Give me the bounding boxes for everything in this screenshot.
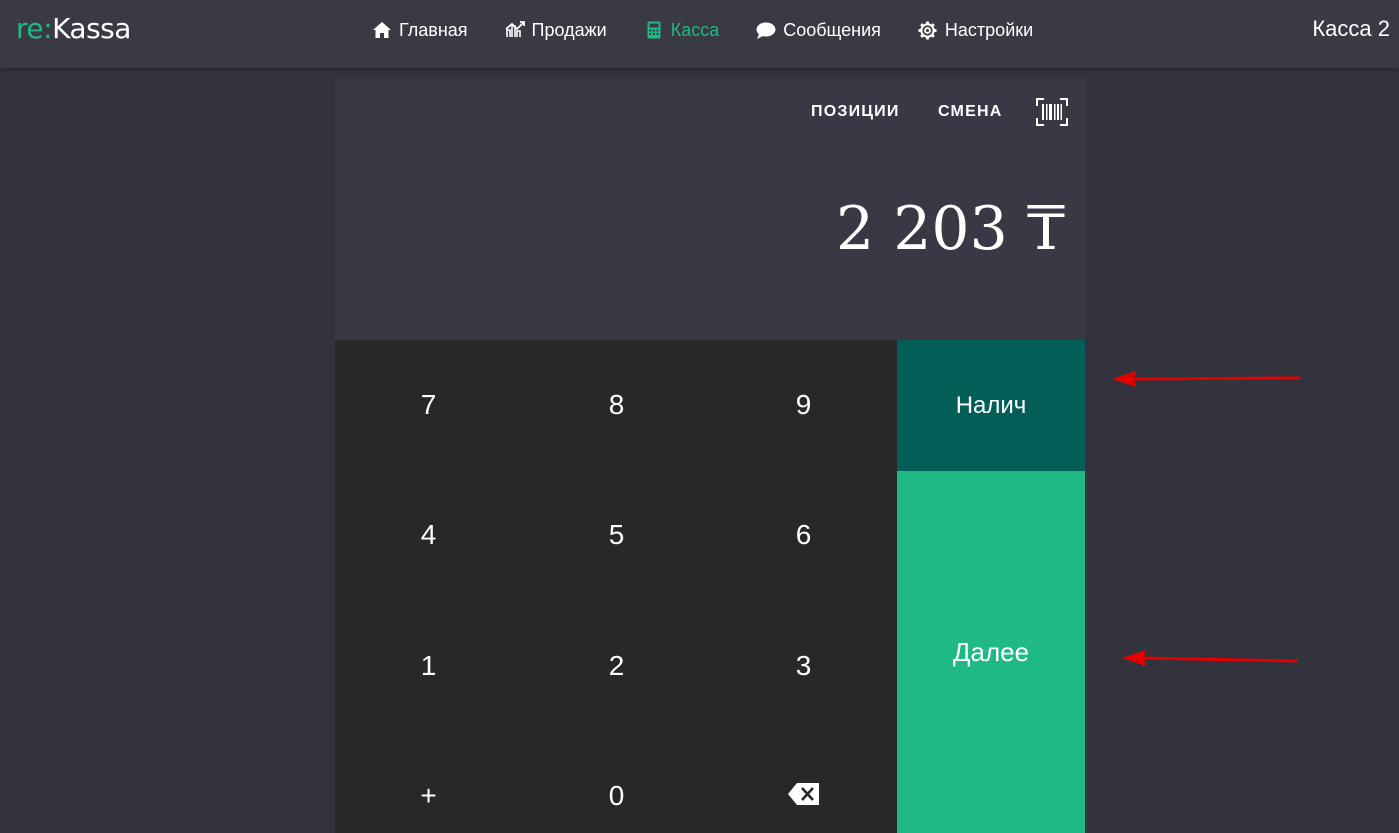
- barcode-scan-icon[interactable]: [1036, 98, 1068, 126]
- nav-label-home: Главная: [399, 19, 468, 40]
- app-logo[interactable]: re:Kassa: [16, 12, 131, 45]
- key-7[interactable]: 7: [335, 340, 522, 470]
- key-8[interactable]: 8: [523, 340, 710, 470]
- amount-display: ПОЗИЦИИ СМЕНА 2 203 ₸: [335, 79, 1085, 340]
- key-2[interactable]: 2: [523, 601, 710, 731]
- total-amount: 2 203 ₸: [835, 194, 1065, 264]
- key-6[interactable]: 6: [710, 470, 897, 600]
- nav-item-home[interactable]: Главная: [372, 18, 468, 42]
- nav-label-settings: Настройки: [944, 19, 1034, 40]
- key-0[interactable]: 0: [523, 731, 710, 833]
- nav-item-register[interactable]: Касса: [644, 18, 720, 42]
- key-plus[interactable]: +: [335, 731, 522, 833]
- register-panel: ПОЗИЦИИ СМЕНА 2 203 ₸ 7 8 9 4 5 6 1 2 3 …: [335, 79, 1085, 833]
- key-backspace[interactable]: [710, 731, 897, 833]
- calculator-icon: [644, 20, 664, 40]
- backspace-icon: [787, 780, 820, 812]
- nav-item-sales[interactable]: Продажи: [504, 18, 607, 42]
- annotation-arrow-cash: [1112, 371, 1301, 387]
- nav-label-register: Касса: [670, 19, 720, 40]
- nav-item-messages[interactable]: Сообщения: [756, 18, 881, 42]
- numeric-keypad: 7 8 9 4 5 6 1 2 3 + 0: [335, 340, 897, 833]
- nav-item-settings[interactable]: Настройки: [918, 18, 1033, 42]
- nav-label-sales: Продажи: [531, 19, 607, 40]
- key-4[interactable]: 4: [335, 470, 522, 600]
- key-3[interactable]: 3: [710, 601, 897, 731]
- cash-payment-button[interactable]: Налич: [897, 340, 1085, 471]
- annotation-arrow-next: [1122, 650, 1299, 666]
- logo-prefix: re:: [16, 12, 53, 45]
- home-icon: [372, 20, 392, 40]
- current-register-name: Касса 2: [1312, 16, 1390, 41]
- positions-tab[interactable]: ПОЗИЦИИ: [811, 103, 900, 121]
- nav-label-messages: Сообщения: [783, 19, 881, 40]
- logo-name: Kassa: [52, 12, 131, 45]
- top-navbar: re:Kassa Главная Продажи Касса Сообщения: [0, 0, 1399, 68]
- gear-icon: [918, 20, 938, 40]
- key-9[interactable]: 9: [710, 340, 897, 470]
- sales-chart-icon: [504, 20, 525, 40]
- next-button[interactable]: Далее: [897, 471, 1085, 833]
- shift-tab[interactable]: СМЕНА: [938, 103, 1002, 121]
- message-icon: [756, 20, 776, 40]
- key-5[interactable]: 5: [523, 470, 710, 600]
- main-nav: Главная Продажи Касса Сообщения Настройк…: [372, 18, 1033, 42]
- key-1[interactable]: 1: [335, 601, 522, 731]
